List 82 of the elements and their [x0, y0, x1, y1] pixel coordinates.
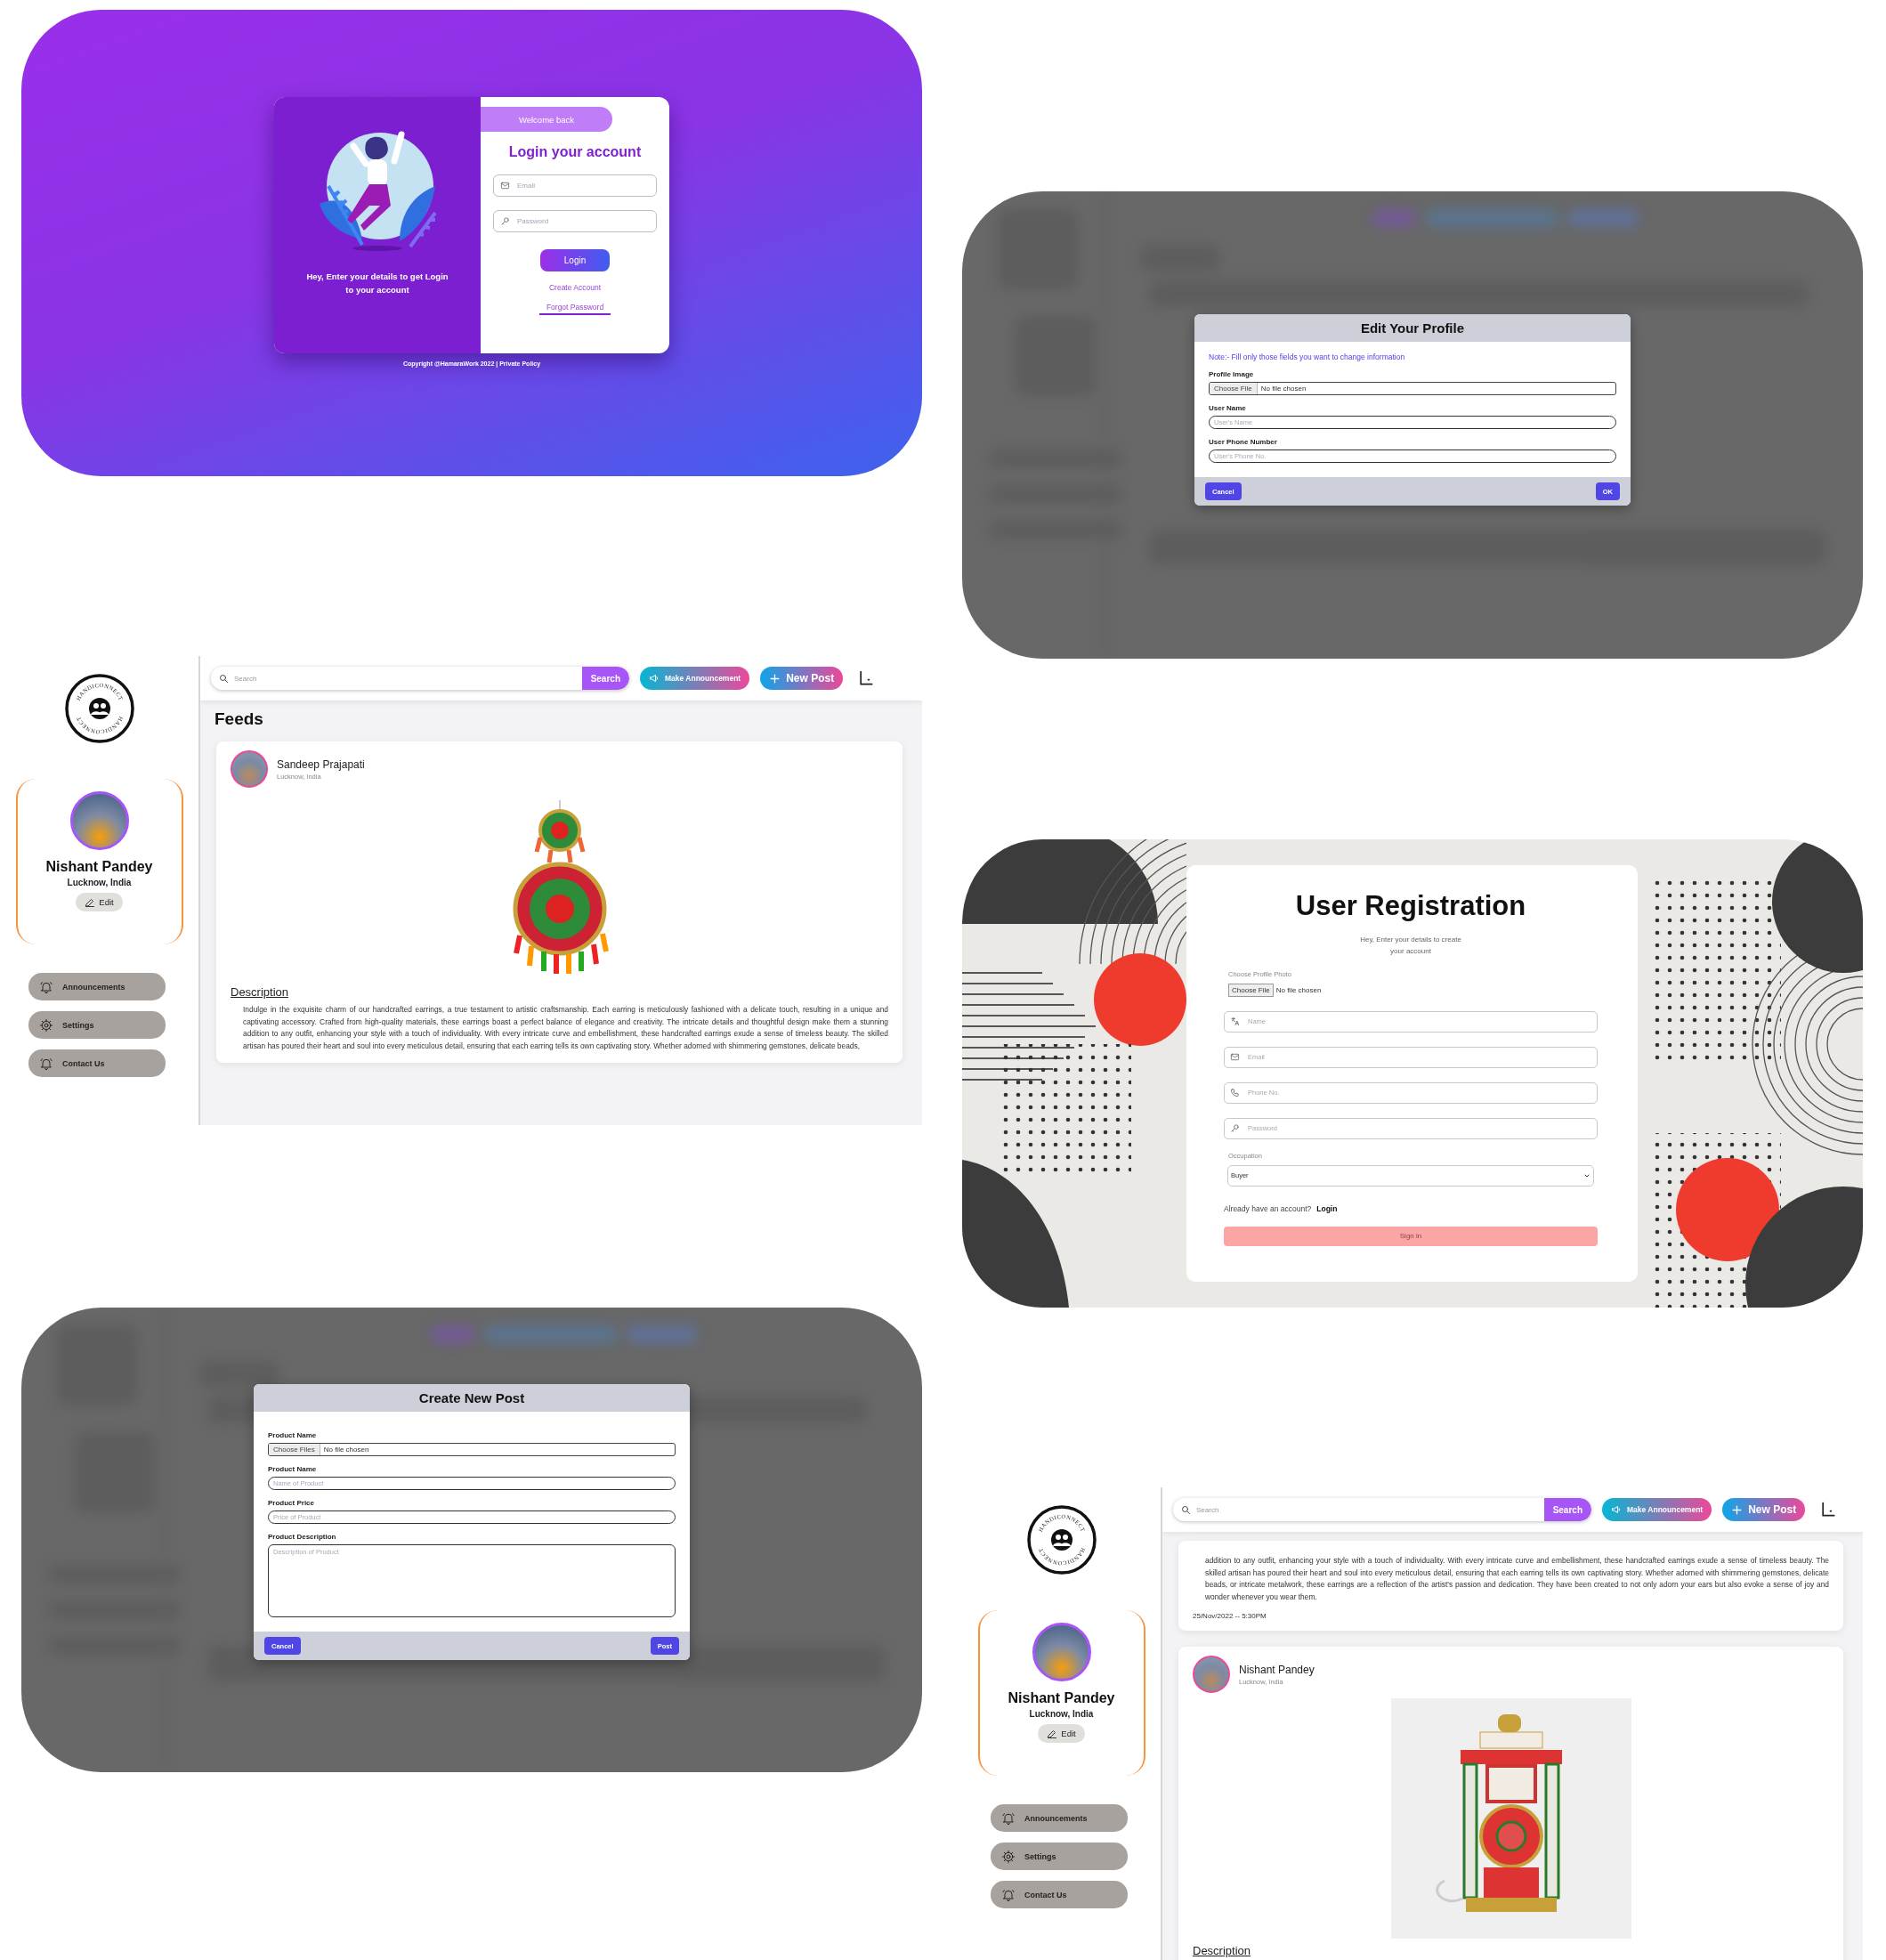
- key-icon: [1230, 1122, 1240, 1133]
- field-label: Product Name: [268, 1465, 318, 1473]
- search-field[interactable]: Search Search: [211, 667, 629, 690]
- sign-in-button[interactable]: Sign in: [1224, 1226, 1598, 1246]
- search-button[interactable]: Search: [581, 667, 629, 690]
- edit-icon: [1047, 1728, 1058, 1739]
- search-input[interactable]: Search: [1196, 1505, 1539, 1514]
- translate-icon: [1230, 1016, 1240, 1026]
- bell-icon: [1001, 1810, 1016, 1826]
- choose-file-button[interactable]: Choose File: [1228, 983, 1274, 997]
- file-input[interactable]: Choose File No file chosen: [1209, 382, 1616, 395]
- plus-icon: [769, 672, 781, 684]
- bell-icon: [39, 1056, 53, 1071]
- search-button[interactable]: Search: [1543, 1498, 1591, 1521]
- field-label: User Phone Number: [1209, 438, 1278, 446]
- file-status: No file chosen: [322, 1446, 369, 1454]
- file-input[interactable]: Choose Files No file chosen: [268, 1443, 676, 1456]
- edit-icon: [85, 896, 96, 908]
- field-label: Profile Image: [1209, 370, 1255, 378]
- bell-icon: [39, 979, 53, 994]
- field-label: Product Name: [268, 1431, 318, 1439]
- new-post-button[interactable]: New Post: [1722, 1498, 1806, 1521]
- description-heading: Description: [231, 985, 290, 999]
- login-title: Login your account: [508, 144, 642, 160]
- file-status: No file chosen: [1259, 385, 1307, 393]
- profile-location: Lucknow, India: [1029, 1709, 1094, 1719]
- profile-name: Nishant Pandey: [45, 859, 153, 875]
- bell-icon: [1001, 1887, 1016, 1902]
- mail-icon: [500, 181, 510, 190]
- choose-file-button[interactable]: Choose Files: [269, 1444, 320, 1455]
- plus-icon: [1731, 1503, 1744, 1516]
- announcement-button[interactable]: Make Announcement: [640, 667, 750, 690]
- post-description: addition to any outfit, enhancing your style with a touch of individuality. With every intricate curve and embellishment, these handcrafted earrings exude a sense of timeless beauty. The skilled artisan has poured their heart and soul into every meticulous detail, ensuring that each earring tells its own captivating story. Whether adorned with shimmering gemstones, delicate beads, or intricate metalwork, these earrings are a reflection of the artist's passion and dedication. They have been created to not only adorn your ears but also evoke a sense of joy and wonder whenever you wear them.: [1205, 1555, 1829, 1603]
- field-label: Product Description: [268, 1533, 337, 1541]
- sidebar-item[interactable]: Contact Us: [28, 1049, 166, 1077]
- login-prompt: Already have an account?: [1224, 1203, 1312, 1213]
- subtitle: Hey, Enter your details to create your account: [1359, 935, 1462, 957]
- email-field[interactable]: Email: [493, 174, 657, 197]
- description-heading: Description: [1193, 1944, 1252, 1957]
- registration-title: User Registration: [1294, 890, 1527, 922]
- edit-button[interactable]: Edit: [76, 893, 123, 911]
- dialog-title: Create New Post: [418, 1390, 525, 1405]
- dialog-title: Edit Your Profile: [1360, 320, 1465, 336]
- profile-location: Lucknow, India: [67, 878, 132, 887]
- post-description: Indulge in the exquisite charm of our handcrafted earrings, a true testament to artistic craftsmanship. Each earring is meticulously fashioned with a delicate touch, resulting in a unique and captivating accessory. Crafted from high-quality materials, these earrings boast a perfect balance of elegance and creativity. The intricate details and thoughtful design make them a stunning addition to any outfit, enhancing your style with a touch of individuality. With every intricate curve and embellishment, these handcrafted earrings exude a sense of timeless beauty. The skilled artisan has poured their heart and soul into every meticulous detail, ensuring that each earring tells its own captivating story. Whether adorned with shimmering gemstones, delicate beads,: [243, 1004, 888, 1052]
- sidebar-item[interactable]: Settings: [28, 1011, 166, 1039]
- sidebar-item[interactable]: Announcements: [991, 1804, 1128, 1832]
- settings-icon: [39, 1017, 53, 1033]
- search-input[interactable]: Search: [234, 674, 577, 683]
- author-avatar: [231, 750, 268, 788]
- edit-button[interactable]: Edit: [1038, 1724, 1085, 1743]
- login-link[interactable]: Login: [1316, 1203, 1338, 1213]
- post-date: 25/Nov/2022 -- 5:30PM: [1193, 1612, 1267, 1620]
- phone-icon: [1230, 1087, 1240, 1097]
- choose-file-button[interactable]: Choose File: [1210, 383, 1258, 394]
- sidebar-item[interactable]: Announcements: [28, 973, 166, 1000]
- megaphone-icon: [1611, 1504, 1622, 1515]
- profile-name: Nishant Pandey: [1008, 1690, 1115, 1706]
- file-status: No file chosen: [1275, 985, 1322, 994]
- search-field[interactable]: Search Search: [1173, 1498, 1591, 1521]
- feed-heading: Feeds: [215, 709, 264, 729]
- password-field[interactable]: Password: [493, 210, 657, 232]
- author-name: Sandeep Prajapati: [277, 757, 365, 771]
- mail-icon: [1230, 1051, 1240, 1062]
- sidebar-item[interactable]: Contact Us: [991, 1881, 1128, 1908]
- author-name: Nishant Pandey: [1239, 1663, 1315, 1676]
- create-account-link[interactable]: Create Account: [548, 283, 602, 292]
- new-post-button[interactable]: New Post: [760, 667, 844, 690]
- tagline: Hey, Enter your details to get Login to your account: [305, 271, 449, 297]
- field-label: Product Price: [268, 1499, 315, 1507]
- announcement-button[interactable]: Make Announcement: [1602, 1498, 1712, 1521]
- author-avatar: [1193, 1656, 1230, 1693]
- login-button[interactable]: Login: [540, 249, 610, 271]
- megaphone-icon: [649, 673, 660, 684]
- settings-icon: [1001, 1849, 1016, 1864]
- field-label: User Name: [1209, 404, 1247, 412]
- note-text: Note:- Fill only those fields you want to change information: [1209, 352, 1406, 361]
- key-icon: [500, 216, 510, 226]
- search-icon: [218, 673, 229, 684]
- sidebar-item[interactable]: Settings: [991, 1843, 1128, 1870]
- forgot-password-link[interactable]: Forgot Password: [538, 303, 611, 315]
- search-icon: [1180, 1504, 1191, 1515]
